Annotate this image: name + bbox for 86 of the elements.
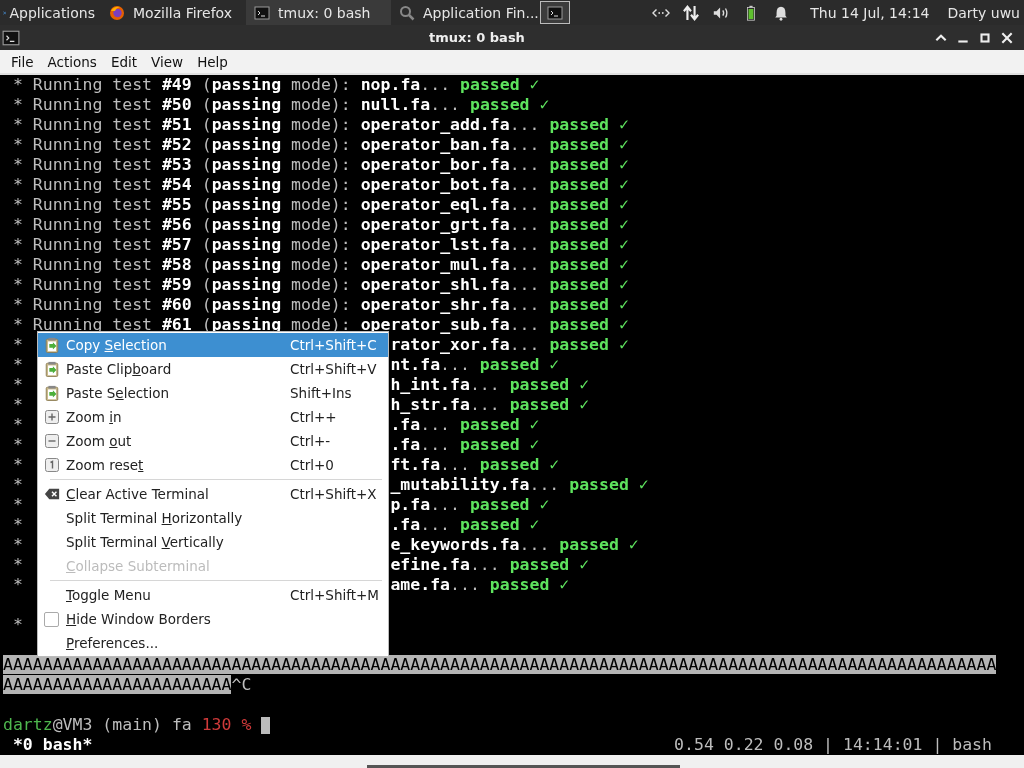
terminal-text: *: [12, 515, 23, 534]
terminal-text: _mutability.fa... passed ✓: [390, 475, 649, 495]
menu-item[interactable]: Hide Window Borders: [38, 607, 388, 631]
cursor: [261, 716, 271, 734]
menu-item[interactable]: Split Terminal Horizontally: [38, 506, 388, 530]
terminal-icon: [547, 4, 563, 21]
terminal-text: ft.fa... passed ✓: [390, 455, 560, 475]
terminal-text: *: [12, 375, 23, 394]
terminal-text: *: [12, 415, 23, 434]
terminal-text: *: [12, 455, 23, 474]
menu-item[interactable]: Help: [190, 53, 235, 70]
terminal-line: * Running test #50 (passing mode): null.fa... passed ✓: [12, 95, 550, 115]
search-icon: [399, 4, 415, 21]
plus-icon: [44, 409, 60, 425]
terminal-line: * Running test #57 (passing mode): operator_lst.fa... passed ✓: [12, 235, 629, 255]
terminal-text: h_int.fa... passed ✓: [390, 375, 590, 395]
terminal-text: *: [12, 335, 23, 354]
taskbar-button[interactable]: Mozilla Firefox: [101, 0, 246, 25]
terminal-text: efine.fa... passed ✓: [390, 555, 590, 575]
terminal-line: * Running test #59 (passing mode): operator_shl.fa... passed ✓: [12, 275, 629, 295]
terminal-text: .fa... passed ✓: [390, 515, 540, 535]
menu-item[interactable]: Preferences...: [38, 631, 388, 655]
terminal-text: rator_xor.fa... passed ✓: [390, 335, 629, 355]
terminal-line: * Running test #51 (passing mode): operator_add.fa... passed ✓: [12, 115, 629, 135]
status-info: 0.54 0.22 0.08 | 14:14:01 | bash: [674, 735, 992, 755]
clipboard-icon: [44, 385, 60, 401]
menu-item[interactable]: Clear Active Terminal Ctrl+Shift+X: [38, 482, 388, 506]
terminal-line: * Running test #61 (passing mode): operator_sub.fa... passed ✓: [12, 315, 629, 335]
menu-item[interactable]: View: [144, 53, 191, 70]
terminal-line: * Running test #54 (passing mode): operator_bot.fa... passed ✓: [12, 175, 629, 195]
menu-item[interactable]: Paste Selection Shift+Ins: [38, 381, 388, 405]
terminal-text: *: [12, 435, 23, 454]
terminal-line: dartz@VM3 (main) fa 130 %: [3, 715, 252, 735]
close-button[interactable]: [1000, 30, 1014, 45]
terminal-text: *: [12, 615, 23, 634]
menu-item[interactable]: Zoom out Ctrl+-: [38, 429, 388, 453]
terminal-text: *: [12, 555, 23, 574]
terminal-line: AAAAAAAAAAAAAAAAAAAAAAA^C: [3, 675, 252, 695]
terminal-line: * Running test #52 (passing mode): operator_ban.fa... passed ✓: [12, 135, 629, 155]
menu-item[interactable]: Paste Clipboard Ctrl+Shift+V: [38, 357, 388, 381]
reset-icon: [44, 457, 60, 473]
terminal-text: .fa... passed ✓: [390, 415, 540, 435]
clipboard-icon: [44, 337, 60, 353]
terminal-text: *: [12, 495, 23, 514]
window-title: tmux: 0 bash: [428, 30, 526, 45]
applications-menu[interactable]: Applications: [0, 0, 101, 25]
terminal-text: *: [12, 355, 23, 374]
terminal-text: p.fa... passed ✓: [390, 495, 550, 515]
terminal-line: * Running test #55 (passing mode): operator_eql.fa... passed ✓: [12, 195, 629, 215]
terminal-line: * Running test #60 (passing mode): operator_shr.fa... passed ✓: [12, 295, 629, 315]
transfer-icon[interactable]: [682, 4, 701, 21]
clock[interactable]: Thu 14 Jul, 14:14: [810, 4, 930, 21]
clipboard-icon: [44, 361, 60, 377]
terminal-text: h_str.fa... passed ✓: [390, 395, 590, 415]
backspace-icon: [44, 486, 60, 502]
terminal-text: *: [12, 395, 23, 414]
terminal-text: *: [12, 535, 23, 554]
taskbar-button[interactable]: tmux: 0 bash: [246, 0, 391, 25]
terminal-text: .fa... passed ✓: [390, 435, 540, 455]
terminal-line: * Running test #49 (passing mode): nop.fa... passed ✓: [12, 75, 540, 95]
terminal-text: *: [12, 475, 23, 494]
terminal-text: nt.fa... passed ✓: [390, 355, 560, 375]
terminal-text: ame.fa... passed ✓: [390, 575, 570, 595]
terminal-line: * Running test #58 (passing mode): operator_mul.fa... passed ✓: [12, 255, 629, 275]
menu-item[interactable]: Actions: [40, 53, 104, 70]
terminal-text: *: [12, 575, 23, 594]
tmux-window-label: *0 bash*: [12, 735, 93, 755]
maximize-button[interactable]: [978, 30, 992, 45]
menu-item[interactable]: Zoom in Ctrl++: [38, 405, 388, 429]
workspace-button[interactable]: [540, 1, 570, 24]
terminal-icon: [254, 4, 270, 21]
terminal-line: * Running test #56 (passing mode): operator_grt.fa... passed ✓: [12, 215, 629, 235]
terminal-text: e_keywords.fa... passed ✓: [390, 535, 639, 555]
taskbar-button[interactable]: Application Fin...: [391, 0, 536, 25]
terminal-icon: [2, 28, 20, 47]
menu-item[interactable]: Zoom reset Ctrl+0: [38, 453, 388, 477]
firefox-icon: [109, 4, 125, 21]
menu-item[interactable]: Toggle Menu Ctrl+Shift+M: [38, 583, 388, 607]
menu-item[interactable]: Split Terminal Vertically: [38, 530, 388, 554]
scrollbar[interactable]: [0, 755, 1024, 768]
checkbox[interactable]: [44, 611, 59, 627]
terminal-line: * Running test #53 (passing mode): operator_bor.fa... passed ✓: [12, 155, 629, 175]
user-menu[interactable]: Darty uwu: [947, 4, 1020, 21]
minus-icon: [44, 433, 60, 449]
menu-item[interactable]: Edit: [103, 53, 145, 70]
menu-item[interactable]: File: [4, 53, 41, 70]
